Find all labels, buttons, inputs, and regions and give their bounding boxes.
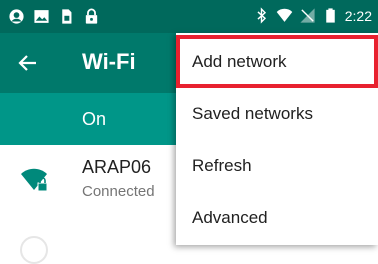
status-bar-right-icons: 2:22	[253, 7, 372, 24]
wifi-signal-icon	[276, 8, 293, 22]
back-arrow-icon[interactable]	[16, 51, 40, 75]
notification-icon	[9, 9, 24, 24]
image-icon	[34, 10, 49, 23]
wifi-locked-icon	[21, 168, 48, 192]
network-icon	[20, 236, 48, 264]
bluetooth-icon	[257, 7, 266, 24]
lock-icon	[85, 8, 98, 24]
menu-item-refresh[interactable]: Refresh	[176, 139, 378, 192]
menu-item-advanced[interactable]: Advanced	[176, 191, 378, 244]
page-title: Wi-Fi	[82, 49, 136, 74]
network-status: Connected	[82, 183, 155, 200]
overflow-menu: Add network Saved networks Refresh Advan…	[176, 33, 378, 245]
battery-icon	[326, 8, 335, 23]
wifi-switch-label: On	[82, 109, 107, 129]
status-bar: 2:22	[0, 0, 378, 33]
menu-item-add-network[interactable]: Add network	[176, 35, 378, 88]
status-bar-time: 2:22	[344, 7, 372, 24]
status-bar-left-icons	[8, 8, 100, 25]
sim-icon	[62, 9, 72, 24]
menu-item-saved-networks[interactable]: Saved networks	[176, 87, 378, 140]
no-cell-signal-icon	[300, 8, 315, 23]
network-name: ARAP06	[82, 157, 152, 177]
